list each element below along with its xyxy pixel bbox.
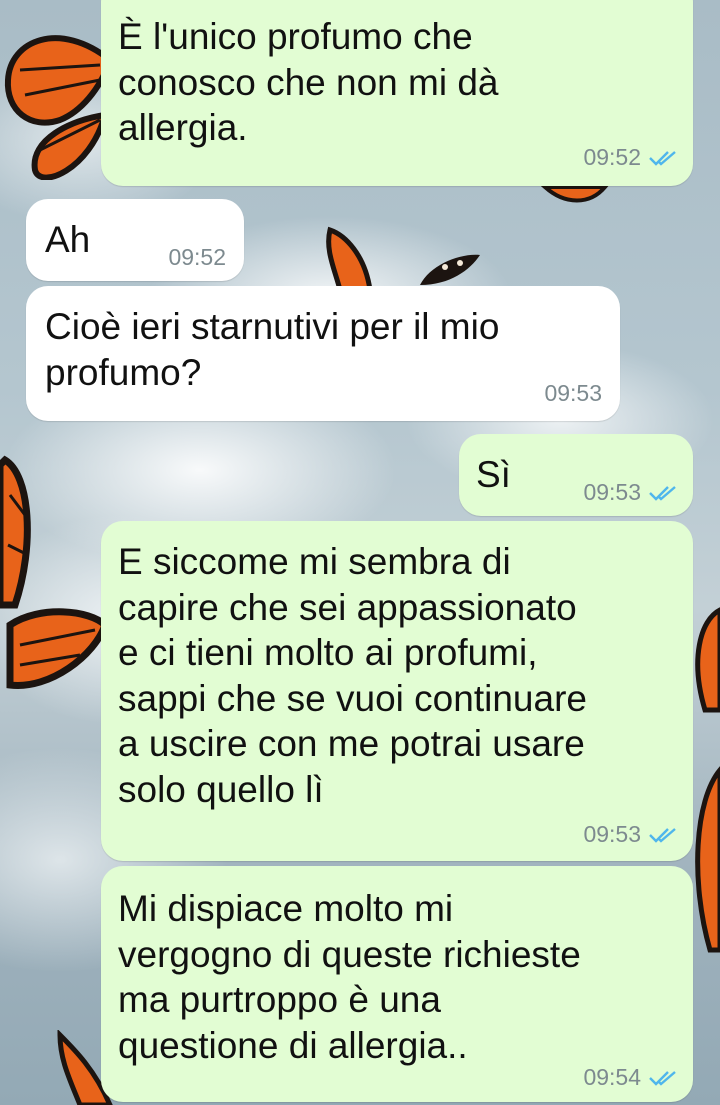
message-timestamp: 09:53 (583, 821, 641, 847)
monarch-butterfly-icon (0, 455, 110, 689)
double-check-read-icon (649, 485, 676, 501)
message-bubble-outgoing[interactable]: Mi dispiace molto mi vergogno di queste … (101, 866, 693, 1102)
message-timestamp: 09:53 (583, 479, 641, 505)
message-timestamp: 09:52 (168, 244, 226, 270)
message-timestamp: 09:52 (583, 144, 641, 170)
message-text: E siccome mi sembra di capire che sei ap… (118, 541, 587, 810)
double-check-read-icon (649, 827, 676, 843)
message-text: Cioè ieri starnutivi per il mio profumo? (45, 306, 500, 393)
message-meta: 09:53 (583, 821, 677, 848)
message-bubble-outgoing[interactable]: È l'unico profumo che conosco che non mi… (101, 0, 693, 186)
monarch-butterfly-icon (540, 185, 610, 203)
message-bubble-incoming[interactable]: Ah 09:52 (26, 199, 244, 281)
message-text: Ah (45, 219, 91, 260)
message-text: Sì (476, 454, 511, 495)
message-timestamp: 09:53 (544, 380, 602, 406)
message-bubble-outgoing[interactable]: Sì 09:53 (459, 434, 693, 516)
double-check-read-icon (649, 1070, 676, 1086)
double-check-read-icon (649, 150, 676, 166)
message-timestamp: 09:54 (583, 1064, 641, 1090)
message-meta: 09:53 (583, 479, 677, 506)
message-meta: 09:52 (168, 244, 226, 271)
message-bubble-outgoing[interactable]: E siccome mi sembra di capire che sei ap… (101, 521, 693, 861)
monarch-butterfly-icon (326, 226, 480, 293)
message-bubble-incoming[interactable]: Cioè ieri starnutivi per il mio profumo?… (26, 286, 620, 421)
message-meta: 09:54 (583, 1064, 677, 1091)
message-meta: 09:53 (544, 380, 602, 407)
message-meta: 09:52 (583, 144, 677, 171)
message-text: È l'unico profumo che conosco che non mi… (118, 16, 499, 148)
message-text: Mi dispiace molto mi vergogno di queste … (118, 888, 581, 1066)
